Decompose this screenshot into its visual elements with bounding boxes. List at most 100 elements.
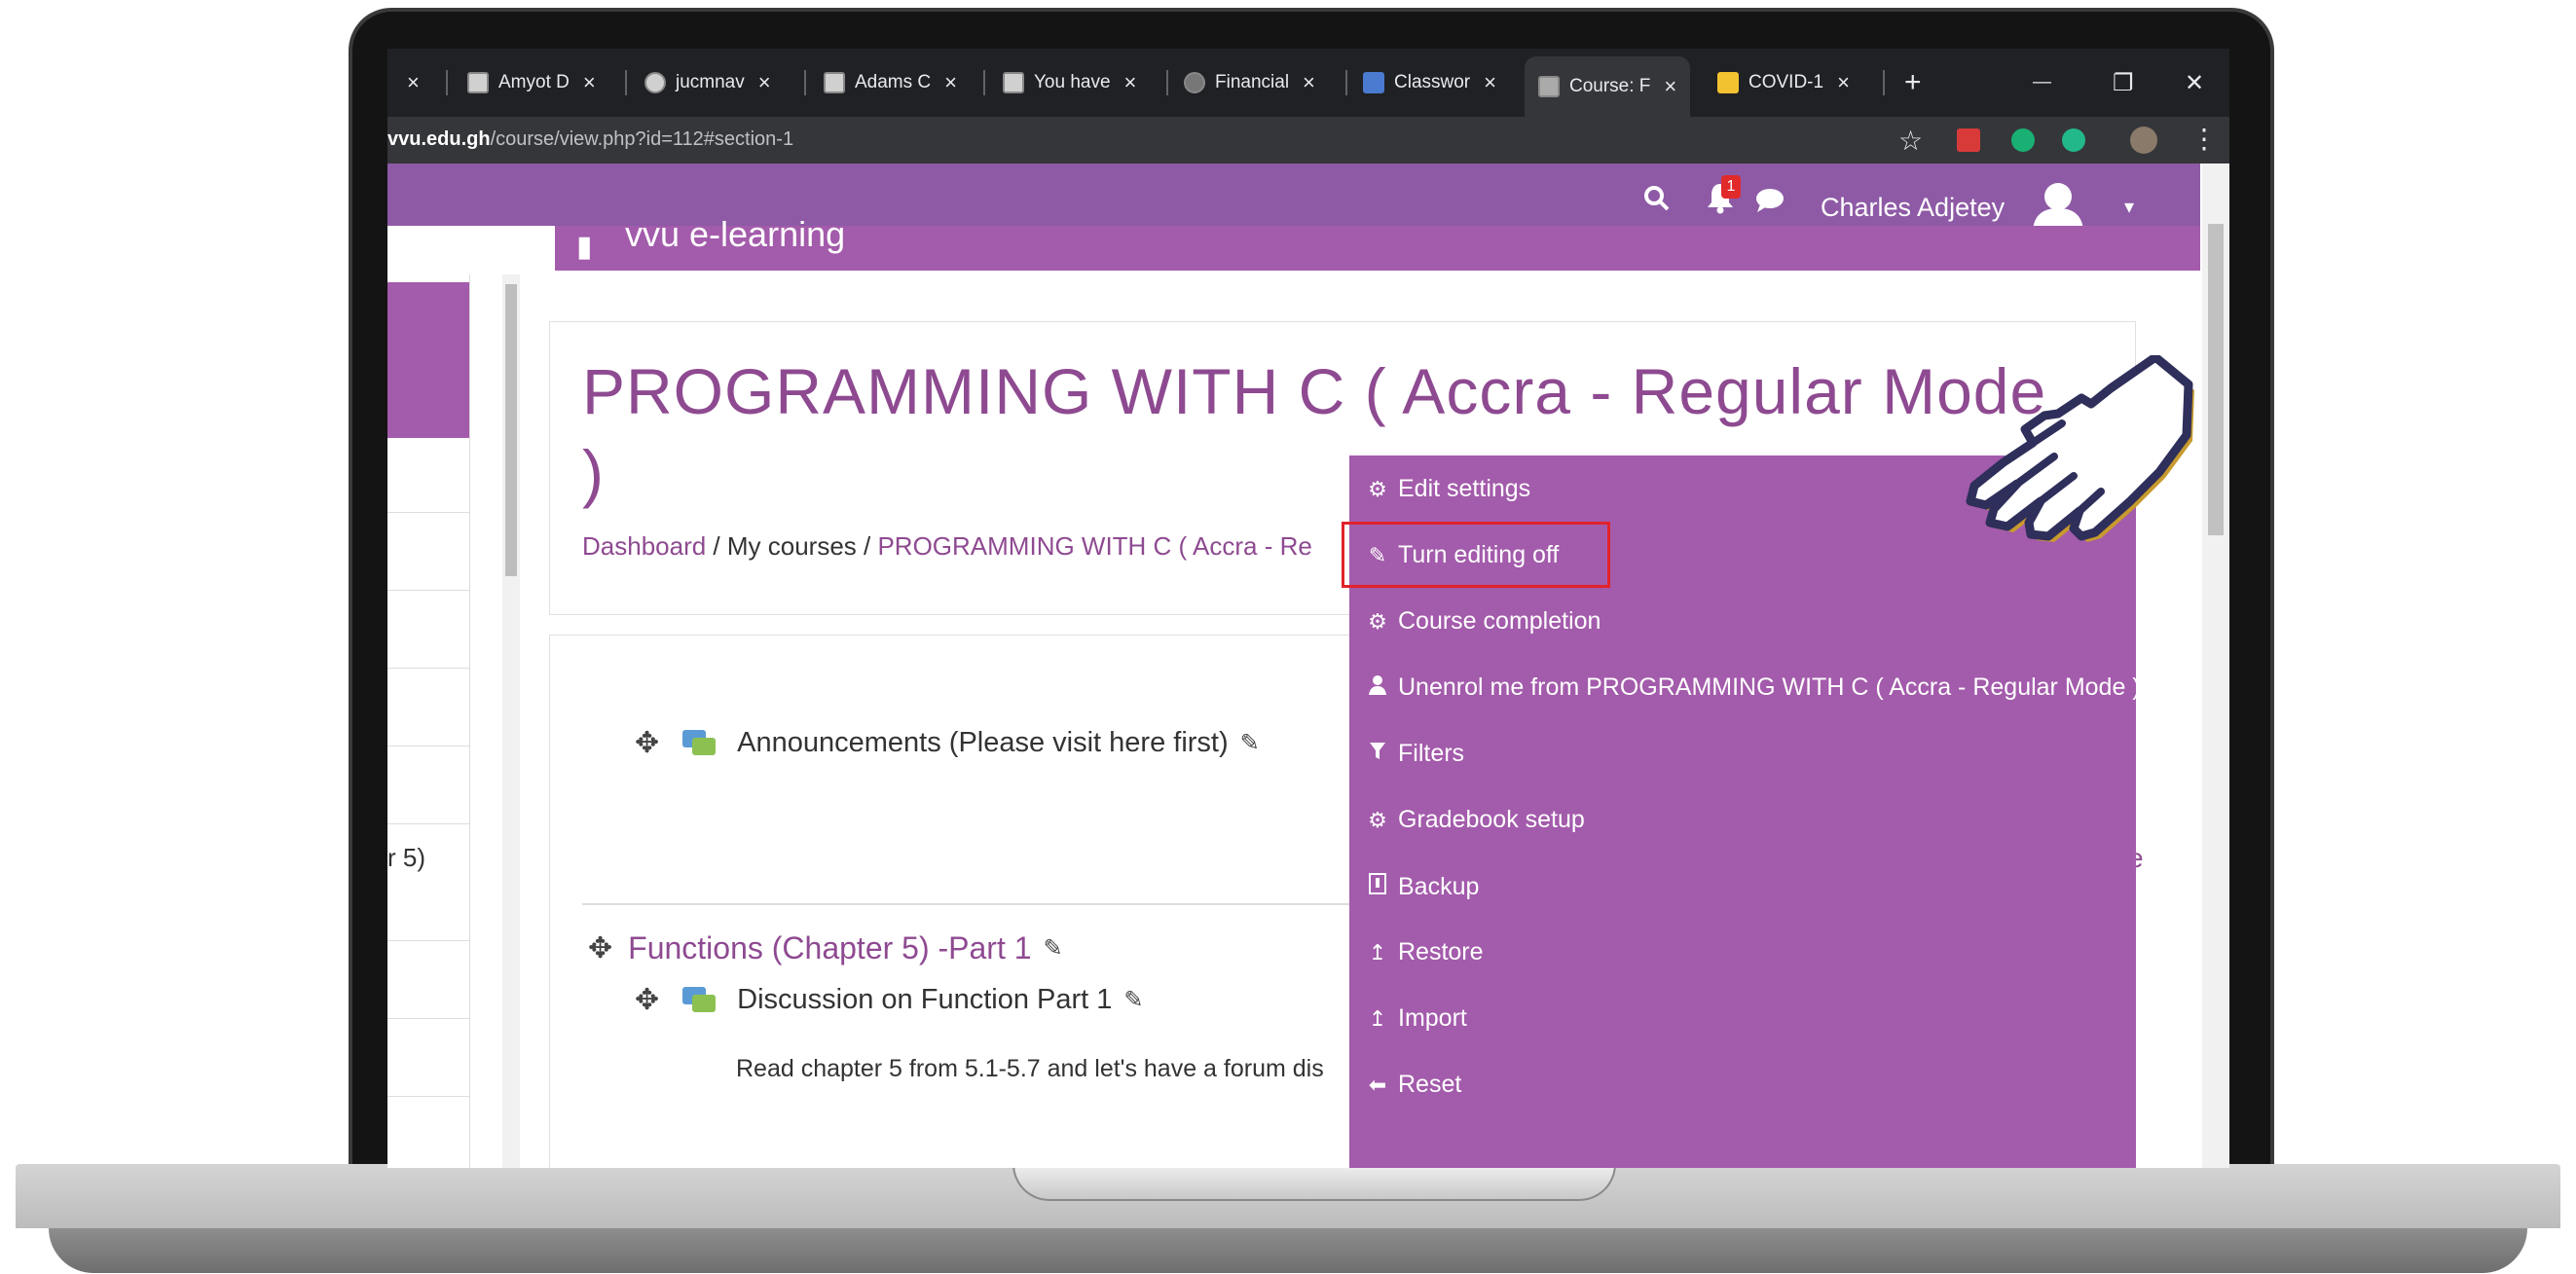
- minimize-button[interactable]: —: [2033, 60, 2051, 105]
- page-favicon-icon: [1003, 72, 1024, 93]
- breadcrumb-separator: /: [706, 531, 727, 561]
- chat-bubble-icon[interactable]: [1754, 187, 1785, 221]
- breadcrumb-my-courses-link[interactable]: My courses: [727, 531, 857, 561]
- tab-close-icon[interactable]: ×: [1303, 70, 1315, 95]
- site-brand-name[interactable]: vvu e-learning: [625, 214, 845, 255]
- sidebar-divider: [387, 823, 469, 824]
- tab-separator: [625, 70, 627, 95]
- browser-tab[interactable]: Amyot D ×: [467, 60, 596, 105]
- browser-tab[interactable]: jucmnav ×: [644, 60, 771, 105]
- tab-close-icon[interactable]: ×: [583, 70, 596, 95]
- announcements-forum-link[interactable]: Announcements (Please visit here first): [737, 727, 1229, 759]
- menu-item-label: Backup: [1398, 872, 1480, 900]
- gear-icon: ⚙: [1368, 608, 1387, 634]
- gear-icon: ⚙: [1368, 476, 1387, 501]
- menu-item-edit-settings[interactable]: ⚙ Edit settings: [1363, 475, 1530, 503]
- tab-separator: [446, 70, 448, 95]
- browser-tab[interactable]: COVID-1 ×: [1717, 60, 1850, 105]
- menu-item-label: Import: [1398, 1004, 1467, 1032]
- highlight-box: [1342, 522, 1610, 588]
- extension-red-icon[interactable]: [1957, 128, 1980, 152]
- move-icon[interactable]: ✥: [635, 726, 659, 760]
- browser-tab-bar: × Amyot D × jucmnav × Adams C × You have…: [387, 49, 2229, 117]
- menu-item-filters[interactable]: Filters: [1363, 740, 1464, 768]
- user-menu-chevron-down-icon[interactable]: ▾: [2124, 195, 2134, 219]
- tab-close-icon[interactable]: ×: [1484, 70, 1496, 95]
- close-window-button[interactable]: ✕: [2185, 60, 2204, 105]
- upload-icon: ↥: [1368, 1005, 1387, 1031]
- tab-close-icon[interactable]: ×: [1664, 74, 1676, 99]
- list-item: ✥ Announcements (Please visit here first…: [635, 726, 1260, 760]
- address-bar[interactable]: vvu.edu.gh/course/view.php?id=112#sectio…: [387, 117, 2229, 164]
- tab-close-icon[interactable]: ×: [1837, 70, 1850, 95]
- sidebar-item-label[interactable]: r 5): [387, 843, 425, 873]
- breadcrumb-dashboard-link[interactable]: Dashboard: [582, 531, 706, 561]
- backup-file-icon: [1363, 872, 1392, 901]
- profile-icon[interactable]: [2130, 127, 2157, 154]
- page-favicon-icon: [467, 72, 489, 93]
- tab-close-icon[interactable]: ×: [944, 70, 957, 95]
- page-favicon-icon: [824, 72, 845, 93]
- menu-item-course-completion[interactable]: ⚙ Course completion: [1363, 607, 1601, 636]
- sidebar-active-section[interactable]: [387, 282, 469, 438]
- move-icon[interactable]: ✥: [588, 931, 612, 965]
- menu-item-restore[interactable]: ↥ Restore: [1363, 938, 1484, 966]
- sidebar-divider: [387, 512, 469, 513]
- menu-item-reset[interactable]: ⬅ Reset: [1363, 1071, 1462, 1099]
- menu-item-label: Gradebook setup: [1398, 806, 1585, 833]
- menu-item-gradebook-setup[interactable]: ⚙ Gradebook setup: [1363, 806, 1585, 834]
- forum-icon: [682, 729, 717, 755]
- extension-grammarly-icon[interactable]: [2011, 128, 2035, 152]
- moodle-favicon-icon: [1538, 76, 1560, 97]
- sidebar-scrollbar-thumb[interactable]: [505, 284, 517, 576]
- new-tab-button[interactable]: +: [1904, 60, 1922, 105]
- course-title-line: PROGRAMMING WITH C ( Accra - Regular Mod…: [582, 355, 2047, 427]
- tab-separator: [804, 70, 806, 95]
- globe-icon: [644, 72, 666, 93]
- browser-tab[interactable]: Classwor ×: [1363, 60, 1496, 105]
- tab-separator: [1883, 70, 1885, 95]
- tab-label: Adams C: [855, 72, 932, 92]
- move-icon[interactable]: ✥: [635, 983, 659, 1017]
- breadcrumb-current-course-link[interactable]: PROGRAMMING WITH C ( Accra - Re: [877, 531, 1311, 561]
- discussion-forum-link[interactable]: Discussion on Function Part 1: [737, 984, 1112, 1016]
- menu-item-import[interactable]: ↥ Import: [1363, 1004, 1467, 1033]
- browser-menu-icon[interactable]: ⋮: [2190, 123, 2218, 155]
- menu-item-backup[interactable]: Backup: [1363, 872, 1479, 901]
- user-avatar-icon[interactable]: [2031, 177, 2085, 232]
- laptop-base-bottom: [49, 1228, 2527, 1273]
- user-name[interactable]: Charles Adjetey: [1821, 193, 2005, 223]
- tab-close-icon[interactable]: ×: [758, 70, 771, 95]
- tab-close-icon[interactable]: ×: [1124, 70, 1137, 95]
- browser-tab-active[interactable]: Course: F ×: [1525, 56, 1691, 117]
- browser-tab[interactable]: Adams C ×: [824, 60, 957, 105]
- menu-item-label: Unenrol me from PROGRAMMING WITH C ( Acc…: [1398, 673, 2141, 701]
- breadcrumb: Dashboard / My courses / PROGRAMMING WIT…: [582, 531, 1312, 562]
- edit-pencil-icon[interactable]: ✎: [1123, 986, 1143, 1014]
- menu-item-unenrol[interactable]: Unenrol me from PROGRAMMING WITH C ( Acc…: [1363, 673, 2141, 702]
- laptop-screen: × Amyot D × jucmnav × Adams C × You have…: [387, 49, 2229, 1168]
- menu-item-label: Filters: [1398, 740, 1465, 767]
- tab-close-icon[interactable]: ×: [407, 70, 420, 95]
- page-scrollbar-thumb[interactable]: [2208, 224, 2224, 535]
- list-item: ✥ Discussion on Function Part 1 ✎: [635, 983, 1144, 1017]
- search-icon[interactable]: [1643, 185, 1671, 219]
- url-text[interactable]: vvu.edu.gh/course/view.php?id=112#sectio…: [387, 128, 793, 151]
- url-path: /course/view.php?id=112#section-1: [490, 128, 794, 150]
- browser-tab[interactable]: You have ×: [1003, 60, 1136, 105]
- pointing-hand-icon: [1966, 355, 2194, 542]
- site-logo-icon: ▮: [576, 231, 593, 263]
- browser-tab[interactable]: Financial ×: [1184, 60, 1315, 105]
- notification-count-badge: 1: [1721, 175, 1741, 199]
- restore-button[interactable]: ❐: [2113, 60, 2134, 105]
- browser-tab[interactable]: ×: [387, 60, 420, 105]
- laptop-opening-notch: [1012, 1164, 1616, 1201]
- sidebar-divider: [387, 1096, 469, 1097]
- bookmark-star-icon[interactable]: ☆: [1898, 125, 1923, 157]
- extension-meet-icon[interactable]: [2062, 128, 2085, 152]
- edit-pencil-icon[interactable]: ✎: [1044, 934, 1063, 963]
- section-title-link[interactable]: Functions (Chapter 5) -Part 1: [628, 930, 1031, 966]
- sidebar-divider: [387, 1018, 469, 1019]
- arrow-left-icon: ⬅: [1368, 1072, 1387, 1097]
- edit-pencil-icon[interactable]: ✎: [1240, 729, 1260, 757]
